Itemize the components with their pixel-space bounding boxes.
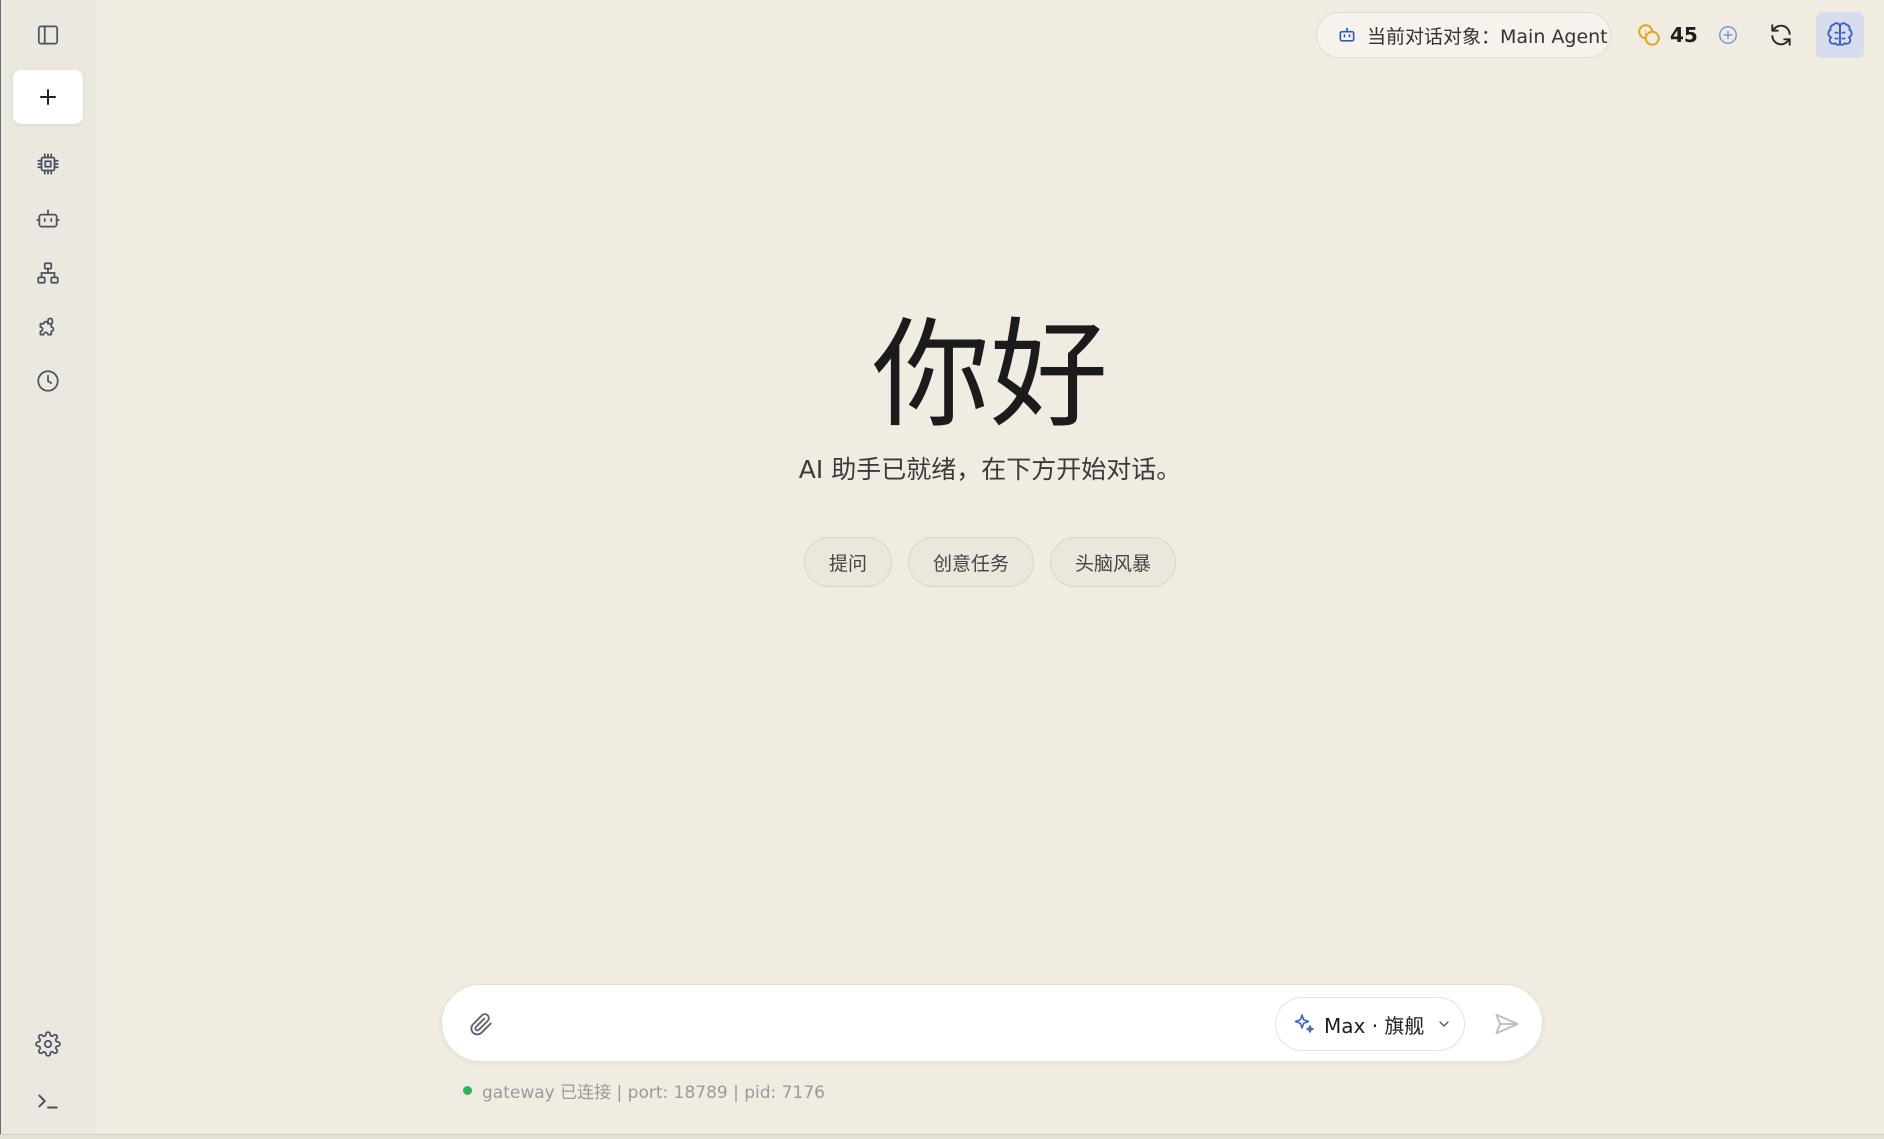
sidebar-item-plugins[interactable] (13, 300, 83, 354)
send-button[interactable] (1490, 1007, 1524, 1041)
add-credits-button[interactable] (1714, 21, 1742, 49)
gear-icon (35, 1031, 61, 1057)
status-dot (463, 1085, 472, 1095)
refresh-icon (1771, 24, 1791, 46)
message-composer: Max · 旗舰 (441, 984, 1543, 1062)
chip-icon (37, 153, 59, 175)
hero-title: 你好 (96, 300, 1884, 450)
coins-icon: 1 (1638, 24, 1660, 46)
plus-icon (40, 89, 56, 105)
clock-icon (37, 370, 59, 392)
send-icon (1495, 1013, 1519, 1035)
chevron-down-icon (1439, 1021, 1450, 1027)
chip-brainstorm[interactable]: 头脑风暴 (1050, 537, 1177, 587)
sidebar-panel-icon (37, 25, 59, 45)
gateway-status: gateway 已连接 | port: 18789 | pid: 7176 (463, 1078, 825, 1103)
sidebar-item-agents[interactable] (13, 192, 83, 246)
refresh-button[interactable] (1764, 18, 1798, 52)
robot-icon (36, 209, 60, 228)
sparkle-icon (1294, 1014, 1314, 1033)
app-window: 当前对话对象：Main Agent 1 45 你好 AI 助手已就绪，在下方开始… (0, 0, 1884, 1139)
model-label: Max · 旗舰 (1324, 1013, 1425, 1038)
svg-text:1: 1 (1644, 29, 1648, 36)
chip-creative-task[interactable]: 创意任务 (907, 537, 1034, 587)
coin-balance: 1 45 (1636, 18, 1698, 52)
puzzle-icon (39, 317, 55, 336)
terminal-button[interactable] (13, 1074, 83, 1128)
hierarchy-icon (37, 262, 59, 284)
current-agent-label: 当前对话对象：Main Agent (1367, 25, 1608, 48)
sidebar-item-history[interactable] (13, 354, 83, 408)
paperclip-icon (470, 1013, 492, 1036)
new-chat-button[interactable] (13, 70, 83, 124)
message-input[interactable] (512, 1003, 1212, 1043)
toggle-sidebar-button[interactable] (13, 8, 83, 62)
current-agent-selector[interactable]: 当前对话对象：Main Agent (1316, 12, 1611, 58)
window-bottom-edge (0, 1134, 1884, 1139)
greeting-text: 你好 (871, 306, 1108, 444)
hero-subtitle: AI 助手已就绪，在下方开始对话。 (798, 455, 1182, 484)
attach-button[interactable] (466, 1009, 496, 1039)
terminal-icon (38, 1094, 58, 1109)
coin-count: 45 (1670, 23, 1698, 47)
plus-circle-icon (1719, 26, 1737, 44)
robot-icon (1339, 27, 1355, 42)
chip-ask[interactable]: 提问 (803, 537, 892, 587)
brain-icon (1827, 22, 1853, 46)
sidebar (0, 0, 96, 1139)
sidebar-item-workflow[interactable] (13, 246, 83, 300)
suggestion-chips: 提问 创意任务 头脑风暴 (96, 537, 1884, 587)
brain-mode-button[interactable] (1816, 12, 1864, 58)
settings-button[interactable] (13, 1017, 83, 1071)
sidebar-item-models[interactable] (13, 137, 83, 191)
model-selector[interactable]: Max · 旗舰 (1275, 997, 1465, 1051)
gateway-status-text: gateway 已连接 | port: 18789 | pid: 7176 (482, 1082, 825, 1103)
